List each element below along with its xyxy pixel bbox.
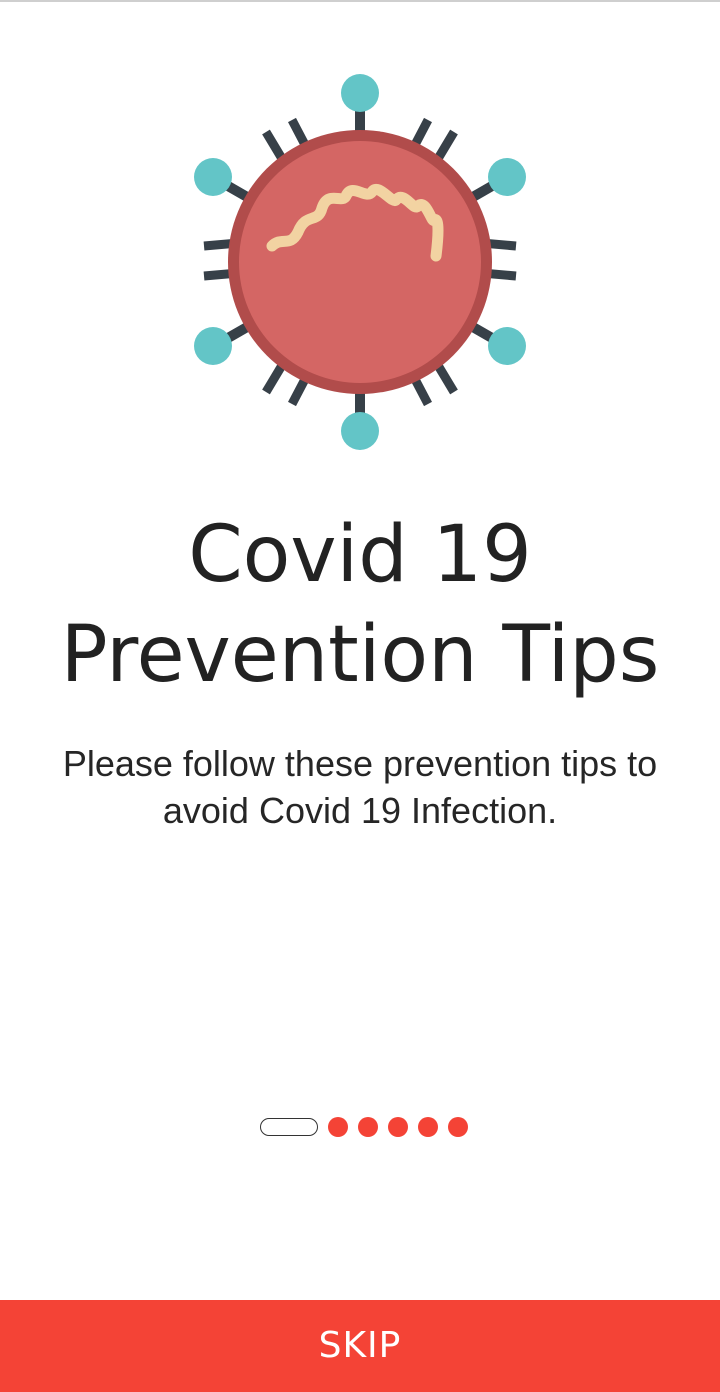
- page-indicator-dot[interactable]: [448, 1117, 468, 1137]
- page-title: Covid 19 Prevention Tips: [0, 505, 720, 705]
- virus-icon: [194, 74, 526, 450]
- page-indicator-dot[interactable]: [358, 1117, 378, 1137]
- page-indicator-dot[interactable]: [388, 1117, 408, 1137]
- page-indicator-dot[interactable]: [418, 1117, 438, 1137]
- page-subtitle: Please follow these prevention tips to a…: [62, 743, 658, 831]
- skip-button[interactable]: SKIP: [0, 1300, 720, 1392]
- title-line-1: Covid 19: [188, 510, 532, 600]
- page-indicator: [260, 1117, 468, 1137]
- title-line-2: Prevention Tips: [60, 610, 660, 700]
- page-indicator-dot[interactable]: [328, 1117, 348, 1137]
- top-divider: [0, 0, 720, 2]
- onboarding-screen: Covid 19 Prevention Tips Please follow t…: [0, 0, 720, 1392]
- page-indicator-active[interactable]: [260, 1118, 318, 1136]
